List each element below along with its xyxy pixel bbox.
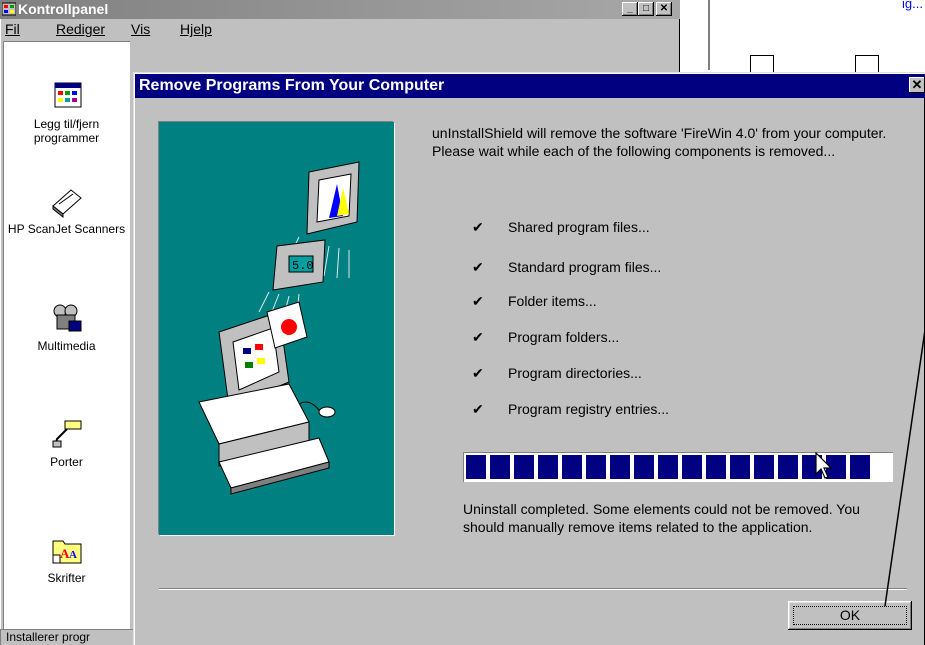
document-icon[interactable]	[750, 55, 774, 73]
progress-block	[778, 455, 798, 479]
icon-label: HP ScanJet Scanners	[7, 222, 126, 236]
ports-icon	[49, 417, 85, 451]
menu-label: Hjelp	[180, 21, 212, 37]
control-panel-item-fonts[interactable]: A A Skrifter	[3, 533, 130, 585]
progress-block	[490, 455, 510, 479]
checkmark-icon: ✔	[472, 401, 484, 417]
scanner-icon	[49, 184, 85, 219]
dialog-titlebar[interactable]: Remove Programs From Your Computer ✕	[135, 74, 925, 98]
dialog-title: Remove Programs From Your Computer	[139, 77, 445, 94]
progress-block	[754, 455, 774, 479]
window-edge	[708, 0, 710, 70]
maximize-button[interactable]: □	[638, 2, 654, 16]
minimize-button[interactable]: _	[622, 2, 638, 16]
control-panel-item-multimedia[interactable]: Multimedia	[3, 301, 130, 353]
progress-block	[682, 455, 702, 479]
separator	[159, 588, 907, 590]
icon-label: Multimedia	[37, 339, 96, 353]
icon-label: Porter	[50, 455, 83, 469]
component-label: Program folders...	[508, 329, 620, 345]
menu-label: Fil	[5, 21, 20, 37]
menu-label: Vis	[131, 21, 151, 37]
fonts-folder-icon: A A	[49, 533, 85, 567]
control-panel-item-scanners[interactable]: HP ScanJet Scanners	[3, 184, 130, 236]
add-remove-programs-icon	[49, 79, 85, 113]
progress-block	[610, 455, 630, 479]
progress-block	[634, 455, 654, 479]
computer-illustration-icon: 5.0	[198, 161, 360, 495]
dialog-intro-text: unInstallShield will remove the software…	[432, 125, 887, 159]
close-button[interactable]: ✕	[656, 2, 672, 16]
progress-block	[850, 455, 870, 479]
menu-bar: Fil Rediger Vis Hjelp	[0, 19, 680, 39]
icon-label: Legg til/fjern programmer	[33, 117, 100, 145]
background-link[interactable]: ig...	[902, 0, 923, 11]
progress-block	[586, 455, 606, 479]
control-panel-titlebar[interactable]: Kontrollpanel _ □ ✕	[0, 0, 680, 19]
progress-block	[466, 455, 486, 479]
window-title: Kontrollpanel	[18, 1, 109, 17]
checkmark-icon: ✔	[472, 293, 484, 309]
result-message: Uninstall completed. Some elements could…	[463, 501, 860, 535]
progress-block	[706, 455, 726, 479]
svg-text:5.0: 5.0	[292, 259, 314, 273]
control-panel-item-add-remove[interactable]: Legg til/fjern programmer	[3, 79, 130, 145]
checkmark-icon: ✔	[472, 329, 484, 345]
checkmark-icon: ✔	[472, 259, 484, 275]
menu-hjelp[interactable]: Hjelp	[180, 19, 212, 39]
control-panel-icon-view: Legg til/fjern programmer HP ScanJet Sca…	[3, 41, 130, 631]
progress-block	[538, 455, 558, 479]
icon-label: Skrifter	[47, 571, 86, 585]
progress-block	[514, 455, 534, 479]
control-panel-icon	[1, 2, 17, 16]
checkmark-icon: ✔	[472, 219, 484, 235]
menu-label: Rediger	[56, 21, 106, 37]
multimedia-icon	[49, 301, 85, 335]
checkmark-icon: ✔	[472, 365, 484, 381]
menu-vis[interactable]: Vis	[131, 19, 150, 39]
menu-rediger[interactable]: Rediger	[56, 19, 105, 39]
component-label: Program directories...	[508, 365, 642, 381]
mouse-pointer-icon	[815, 452, 833, 479]
progress-block	[658, 455, 678, 479]
control-panel-item-ports[interactable]: Porter	[3, 417, 130, 469]
document-icon[interactable]	[855, 55, 879, 73]
component-label: Shared program files...	[508, 219, 650, 235]
ok-label: OK	[839, 607, 861, 623]
ok-button[interactable]: OK	[788, 601, 912, 630]
progress-block	[562, 455, 582, 479]
installer-artwork: 5.0	[159, 122, 394, 535]
component-label: Program registry entries...	[508, 401, 670, 417]
component-label: Folder items...	[508, 293, 597, 309]
component-label: Standard program files...	[508, 259, 662, 275]
svg-text:A: A	[69, 549, 77, 561]
menu-fil[interactable]: Fil	[5, 19, 20, 39]
progress-block	[730, 455, 750, 479]
close-button[interactable]: ✕	[909, 77, 925, 93]
